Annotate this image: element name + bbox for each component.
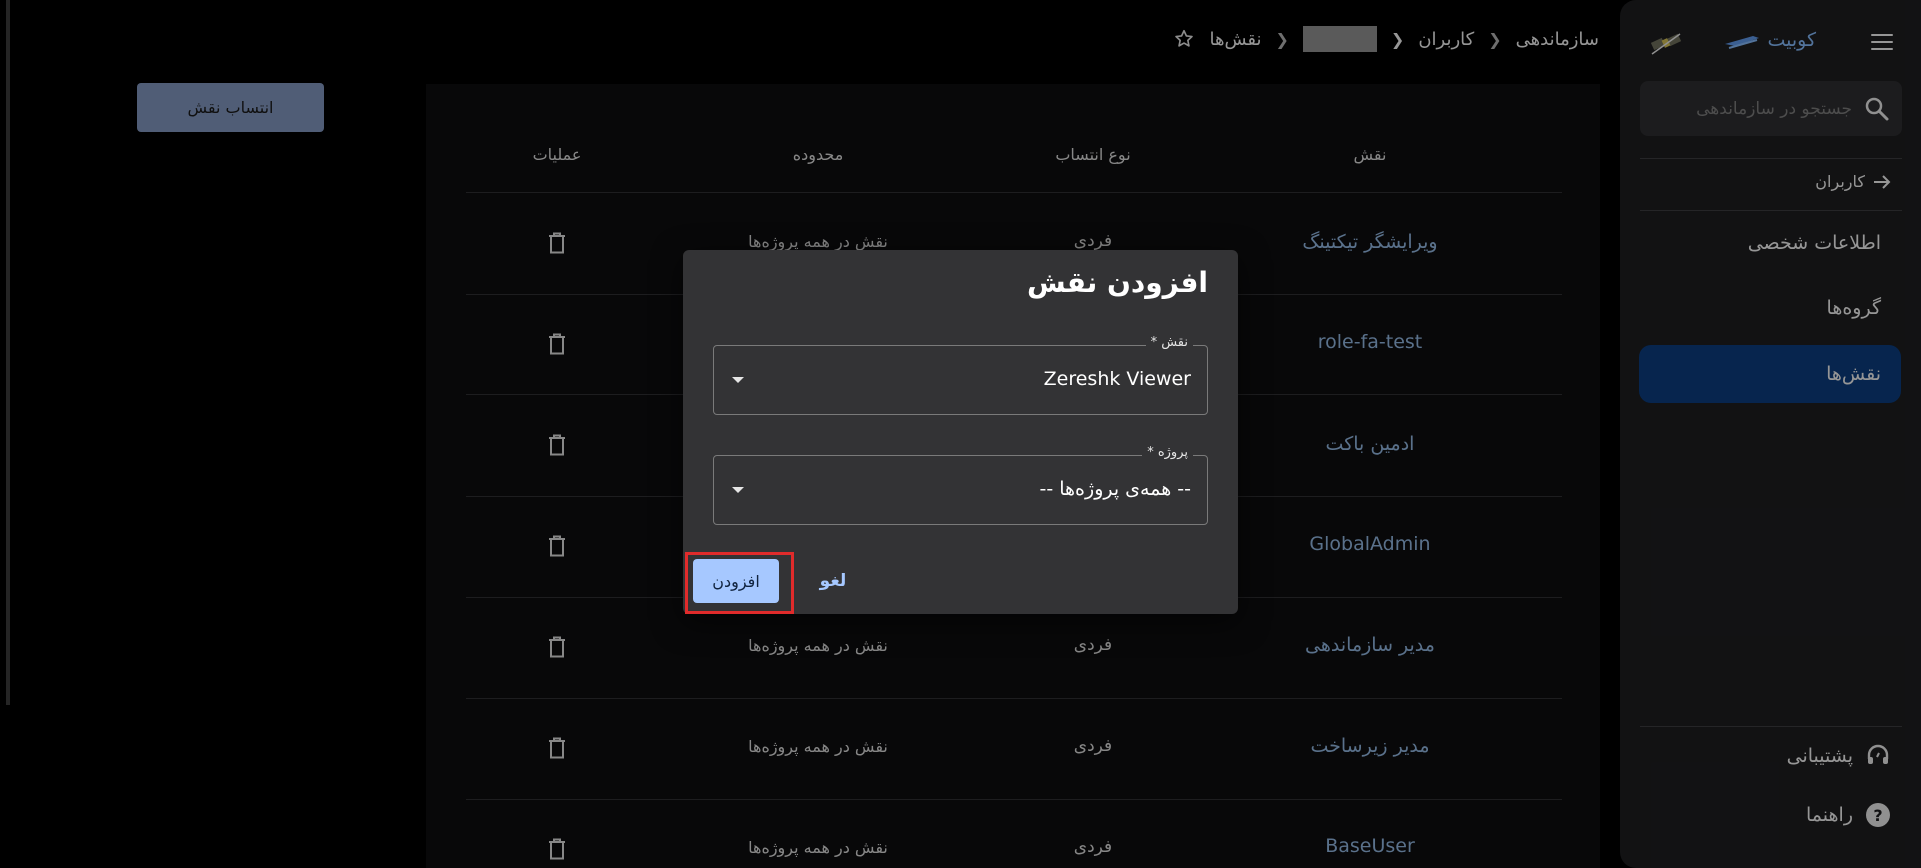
dropdown-caret-icon (732, 487, 744, 493)
add-button[interactable]: افزودن (693, 559, 779, 603)
role-select-label: نقش * (1145, 335, 1193, 350)
cancel-button[interactable]: لغو (803, 563, 863, 599)
project-select-value: -- همه‌ی پروژه‌ها -- (1039, 478, 1192, 500)
project-select-label: پروژه * (1142, 445, 1193, 460)
project-select[interactable]: پروژه * -- همه‌ی پروژه‌ها -- (713, 445, 1208, 525)
add-role-dialog: افزودن نقش نقش * Zereshk Viewer پروژه * … (683, 250, 1238, 614)
role-select-value: Zereshk Viewer (1043, 368, 1191, 390)
role-select[interactable]: نقش * Zereshk Viewer (713, 335, 1208, 415)
dialog-title: افزودن نقش (1026, 266, 1208, 299)
dropdown-caret-icon (732, 377, 744, 383)
